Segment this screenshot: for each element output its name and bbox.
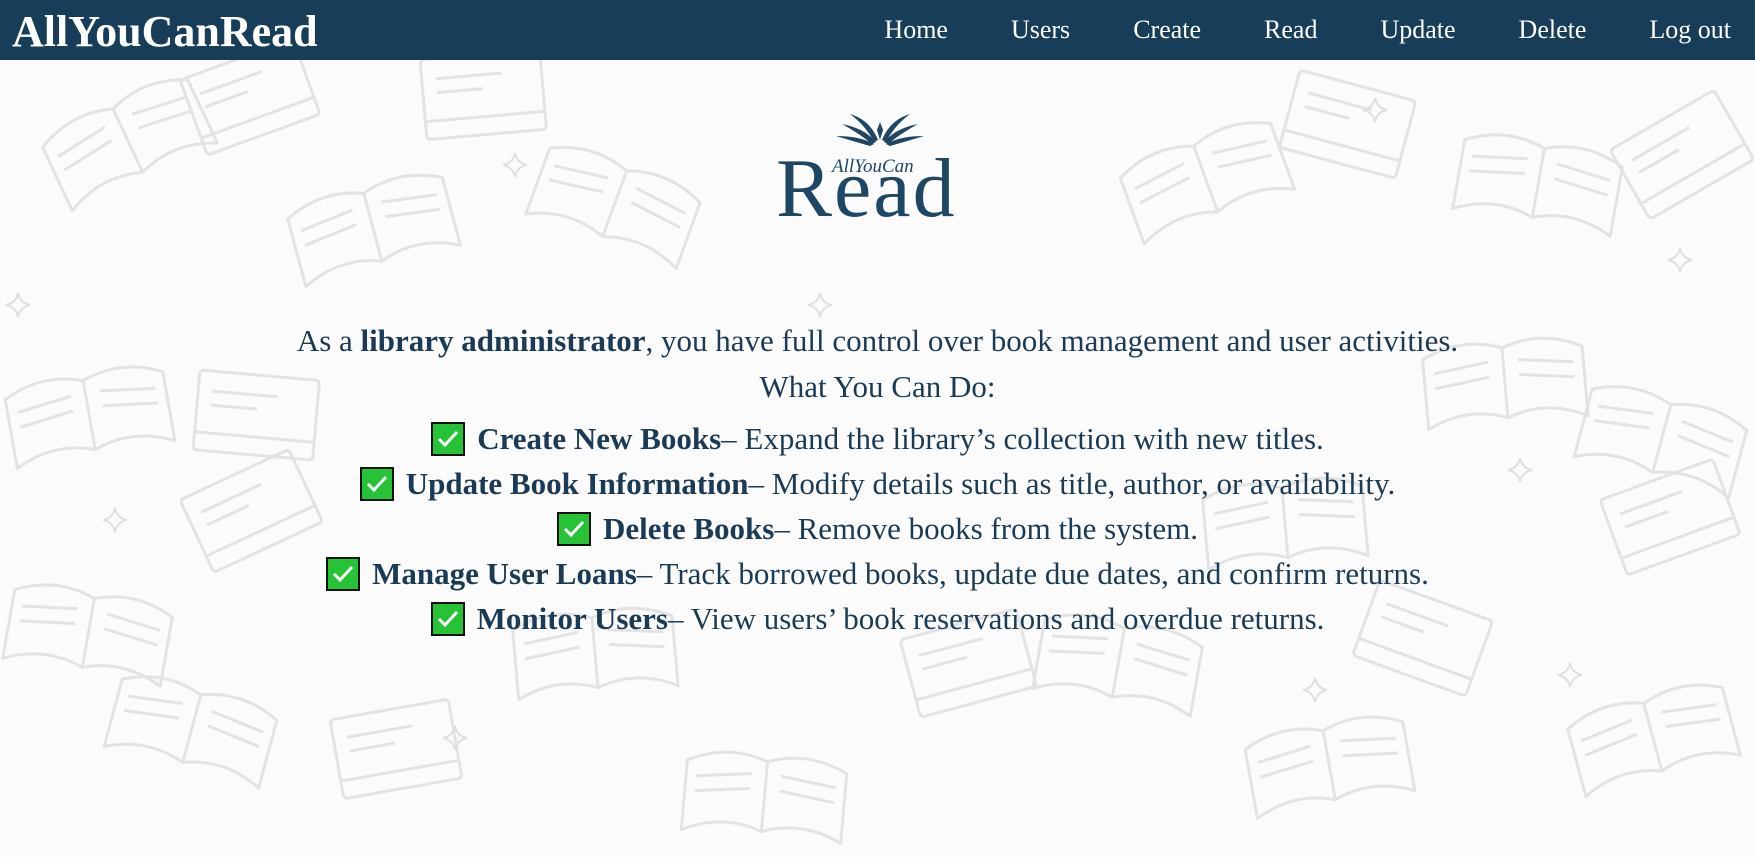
feature-title: Delete Books (603, 511, 775, 546)
feature-description: – Modify details such as title, author, … (748, 466, 1396, 501)
top-navbar: AllYouCanRead Home Users Create Read Upd… (0, 0, 1755, 60)
nav-home-link[interactable]: Home (884, 15, 948, 45)
nav-read-link[interactable]: Read (1264, 15, 1317, 45)
nav-update-link[interactable]: Update (1380, 15, 1455, 45)
site-logo: Read AllYouCan (770, 100, 985, 235)
admin-info-section: As a library administrator, you have ful… (0, 318, 1755, 641)
feature-description: – Track borrowed books, update due dates… (636, 556, 1429, 591)
feature-create-books: Create New Books – Expand the library’s … (0, 416, 1755, 461)
check-icon (430, 601, 465, 636)
feature-description: – View users’ book reservations and over… (668, 601, 1325, 636)
check-icon (431, 421, 466, 456)
feature-title: Manage User Loans (372, 556, 637, 591)
nav-links: Home Users Create Read Update Delete Log… (884, 0, 1731, 60)
feature-monitor-users: Monitor Users – View users’ book reserva… (0, 596, 1755, 641)
intro-suffix: , you have full control over book manage… (645, 323, 1459, 358)
feature-description: – Remove books from the system. (774, 511, 1198, 546)
feature-title: Monitor Users (476, 601, 668, 636)
nav-create-link[interactable]: Create (1133, 15, 1201, 45)
brand-title[interactable]: AllYouCanRead (12, 4, 318, 60)
nav-users-link[interactable]: Users (1011, 15, 1070, 45)
check-icon (359, 466, 394, 501)
feature-title: Update Book Information (405, 466, 749, 501)
what-you-can-do-heading: What You Can Do: (759, 369, 996, 404)
feature-description: – Expand the library’s collection with n… (721, 421, 1324, 456)
check-icon (326, 556, 361, 591)
feature-delete-books: Delete Books – Remove books from the sys… (0, 506, 1755, 551)
check-icon (557, 511, 592, 546)
intro-role: library administrator (360, 323, 646, 358)
feature-list: Create New Books – Expand the library’s … (0, 416, 1755, 641)
feature-title: Create New Books (477, 421, 722, 456)
intro-text: As a library administrator, you have ful… (0, 318, 1755, 364)
open-book-icon (836, 114, 924, 146)
intro-prefix: As a (296, 323, 361, 358)
feature-manage-loans: Manage User Loans – Track borrowed books… (0, 551, 1755, 596)
nav-logout-link[interactable]: Log out (1649, 15, 1731, 45)
nav-delete-link[interactable]: Delete (1519, 15, 1587, 45)
logo-allyoucan-text: AllYouCan (832, 156, 914, 177)
feature-update-books: Update Book Information – Modify details… (0, 461, 1755, 506)
